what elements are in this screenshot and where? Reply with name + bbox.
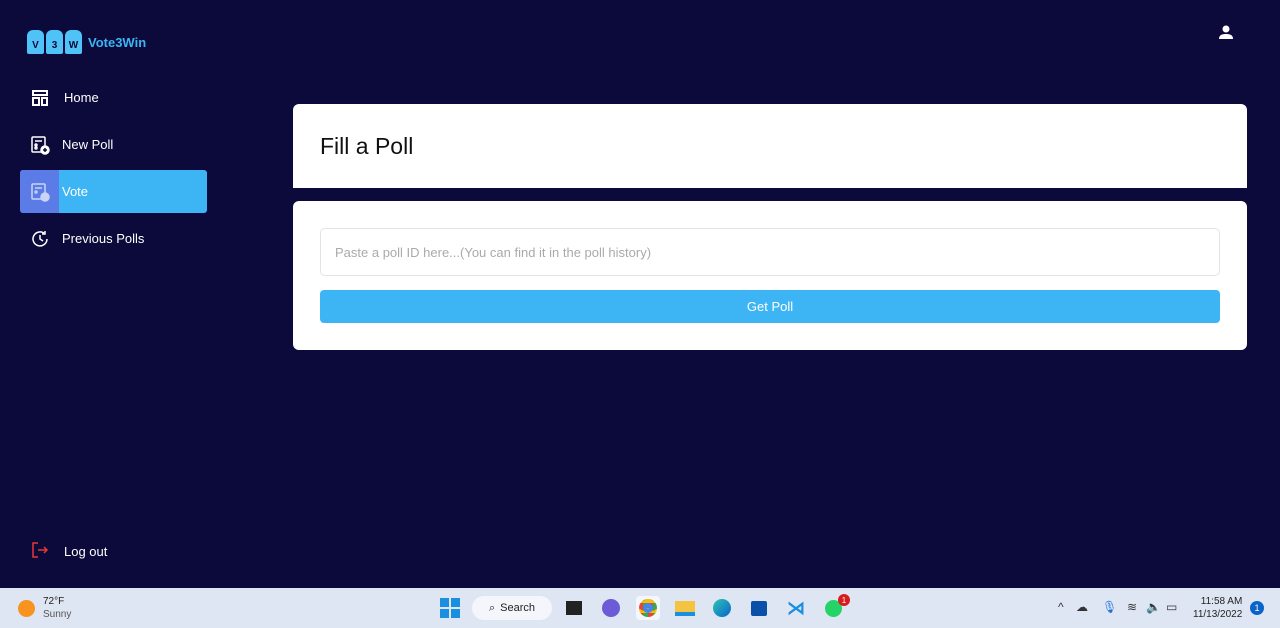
page-header-card: Fill a Poll (293, 104, 1247, 188)
file-explorer-icon[interactable] (673, 596, 697, 620)
poll-edit-icon (20, 170, 59, 213)
store-icon[interactable] (747, 596, 771, 620)
taskbar-search[interactable]: ⌕ Search (472, 596, 552, 620)
sun-icon (18, 599, 35, 617)
battery-icon[interactable]: ▭ (1166, 600, 1177, 614)
poll-add-icon (20, 123, 59, 166)
poll-id-input[interactable] (320, 228, 1220, 276)
layout-icon (20, 76, 59, 119)
logout-label: Log out (64, 544, 108, 559)
sidebar-item-home[interactable]: Home (20, 76, 207, 119)
logout-button[interactable]: Log out (31, 541, 107, 562)
app-logo[interactable]: V 3 W Vote3Win (27, 30, 146, 54)
volume-icon[interactable]: 🔈 (1146, 600, 1161, 614)
page-title: Fill a Poll (320, 133, 414, 159)
user-icon[interactable] (1218, 24, 1234, 40)
vscode-icon[interactable]: ⋊ (784, 596, 808, 620)
weather-temp: 72°F (43, 596, 65, 607)
sidebar-item-label: Previous Polls (62, 231, 145, 246)
notification-badge[interactable]: 1 (1250, 601, 1264, 615)
search-icon: ⌕ (488, 601, 496, 614)
weather-desc: Sunny (43, 609, 72, 620)
logo-letter: W (65, 30, 82, 54)
time: 11:58 AM (1200, 596, 1243, 607)
sidebar-item-label: Home (64, 90, 99, 105)
clock[interactable]: 11:58 AM 11/13/2022 (1193, 595, 1242, 621)
search-label: Search (500, 602, 536, 614)
wifi-icon[interactable]: ≋ (1127, 600, 1137, 614)
logo-hands-icon: V 3 W (27, 30, 82, 54)
sidebar-item-label: Vote (62, 184, 89, 199)
sidebar-item-previous-polls[interactable]: Previous Polls (20, 217, 207, 260)
logo-letter: V (27, 30, 44, 54)
date: 11/13/2022 (1193, 609, 1243, 620)
sidebar-item-vote[interactable]: Vote (20, 170, 207, 213)
logout-icon (31, 541, 49, 562)
windows-start-icon[interactable] (438, 596, 462, 620)
taskbar: 72°F Sunny ⌕ Search ⋊ 1 ^ ☁ 🎙 ≋ 🔈 ▭ 11:58 … (0, 588, 1280, 628)
poll-form-card: Get Poll (293, 201, 1247, 350)
whatsapp-badge: 1 (838, 594, 850, 606)
whatsapp-icon[interactable]: 1 (821, 594, 850, 620)
chevron-up-icon[interactable]: ^ (1058, 600, 1064, 614)
sidebar: Home New Poll Vote Previous Polls (20, 76, 207, 264)
microphone-icon[interactable]: 🎙 (1102, 600, 1117, 614)
logo-letter: 3 (46, 30, 63, 54)
edge-icon[interactable] (710, 596, 734, 620)
get-poll-button[interactable]: Get Poll (320, 290, 1220, 323)
sidebar-item-label: New Poll (62, 137, 114, 152)
task-view-icon[interactable] (562, 596, 586, 620)
app-name: Vote3Win (88, 34, 147, 50)
sidebar-item-new-poll[interactable]: New Poll (20, 123, 207, 166)
weather-widget[interactable]: 72°F Sunny (18, 595, 71, 621)
teams-chat-icon[interactable] (599, 596, 623, 620)
history-icon (20, 217, 59, 260)
chrome-icon[interactable] (636, 596, 660, 620)
onedrive-cloud-icon[interactable]: ☁ (1076, 600, 1088, 614)
